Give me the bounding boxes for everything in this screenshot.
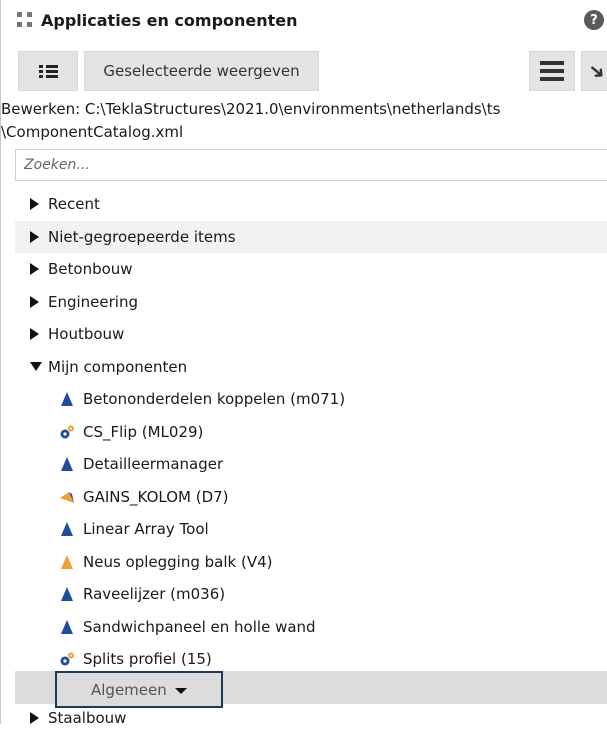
subgroup-label: Algemeen [91,680,167,699]
tree-item-label: CS_Flip (ML029) [83,422,204,441]
blue-component-icon [61,522,73,537]
orange-detail-icon [60,491,74,503]
blue-component-icon [61,619,73,634]
blue-component-icon [61,392,73,407]
tree-item-label: Linear Array Tool [83,520,209,539]
hamburger-menu-icon [540,57,564,85]
component-tree: Recent Niet-gegroepeerde items Betonbouw… [15,188,607,676]
tree-item[interactable]: Betononderdelen koppelen (m071) [15,383,607,416]
plugin-gear-icon [60,652,74,666]
tree-group-engineering[interactable]: Engineering [15,286,607,319]
tree-group-mijn-componenten[interactable]: Mijn componenten [15,351,607,384]
panel-titlebar: Applicaties en componenten ? [1,0,607,40]
tree-group-label: Staalbouw [48,709,127,727]
tree-item[interactable]: Sandwichpaneel en holle wand [15,611,607,644]
tree-group-ungrouped[interactable]: Niet-gegroepeerde items [15,220,607,253]
drag-grip-icon[interactable] [17,12,33,28]
edit-path-line-2: \ComponentCatalog.xml [1,123,184,141]
tree-group-label: Mijn componenten [48,357,188,376]
blue-component-icon [61,587,73,602]
panel-toolbar: Geselecteerde weergeven ➜ [1,42,607,92]
tree-item-label: Betononderdelen koppelen (m071) [83,390,346,409]
tree-item-label: GAINS_KOLOM (D7) [83,487,229,506]
list-view-icon [38,64,58,78]
tree-group-betonbouw[interactable]: Betonbouw [15,253,607,286]
tree-item[interactable]: CS_Flip (ML029) [15,416,607,449]
expand-arrow-icon[interactable] [30,328,39,341]
plugin-gear-icon [60,425,74,439]
tree-group-staalbouw[interactable]: Staalbouw [30,706,126,730]
tree-group-label: Betonbouw [48,260,133,279]
tree-group-label: Niet-gegroepeerde items [48,227,236,246]
tree-item[interactable]: Raveelijzer (m036) [15,578,607,611]
tree-item[interactable]: Linear Array Tool [15,513,607,546]
tree-item-label: Splits profiel (15) [83,650,212,669]
tree-item[interactable]: GAINS_KOLOM (D7) [15,481,607,514]
chevron-down-icon[interactable] [174,687,187,694]
subgroup-algemeen-dropdown[interactable]: Algemeen [55,671,223,708]
pin-icon: ➜ [582,56,607,86]
expand-arrow-icon[interactable] [30,712,39,724]
tree-group-label: Houtbouw [48,325,125,344]
help-icon[interactable]: ? [584,10,604,30]
tree-group-label: Recent [48,195,100,214]
tree-item-label: Raveelijzer (m036) [83,585,226,604]
blue-component-icon [61,457,73,472]
tree-item-label: Detailleermanager [83,455,224,474]
edit-path-line-1: Bewerken: C:\TeklaStructures\2021.0\envi… [1,100,501,118]
panel-title: Applicaties en componenten [41,10,298,30]
tree-group-recent[interactable]: Recent [15,188,607,221]
tree-item[interactable]: Neus oplegging balk (V4) [15,546,607,579]
tree-group-label: Engineering [48,292,138,311]
expand-arrow-icon[interactable] [30,295,39,308]
applications-components-panel: Applicaties en componenten ? Geselecteer… [0,0,607,727]
menu-button[interactable] [529,51,575,91]
tree-item-label: Sandwichpaneel en holle wand [83,617,316,636]
tree-group-houtbouw[interactable]: Houtbouw [15,318,607,351]
show-selected-button[interactable]: Geselecteerde weergeven [84,51,319,91]
search-input[interactable] [22,156,607,174]
list-view-button[interactable] [18,51,78,91]
expand-arrow-icon[interactable] [30,198,39,211]
orange-component-icon [61,554,73,569]
tree-item[interactable]: Detailleermanager [15,448,607,481]
collapse-arrow-icon[interactable] [30,362,42,372]
expand-arrow-icon[interactable] [30,230,39,243]
edit-path: Bewerken: C:\TeklaStructures\2021.0\envi… [1,98,607,144]
pin-button[interactable]: ➜ [581,51,607,91]
tree-item-label: Neus oplegging balk (V4) [83,552,273,571]
expand-arrow-icon[interactable] [30,263,39,276]
search-box[interactable] [15,149,607,181]
